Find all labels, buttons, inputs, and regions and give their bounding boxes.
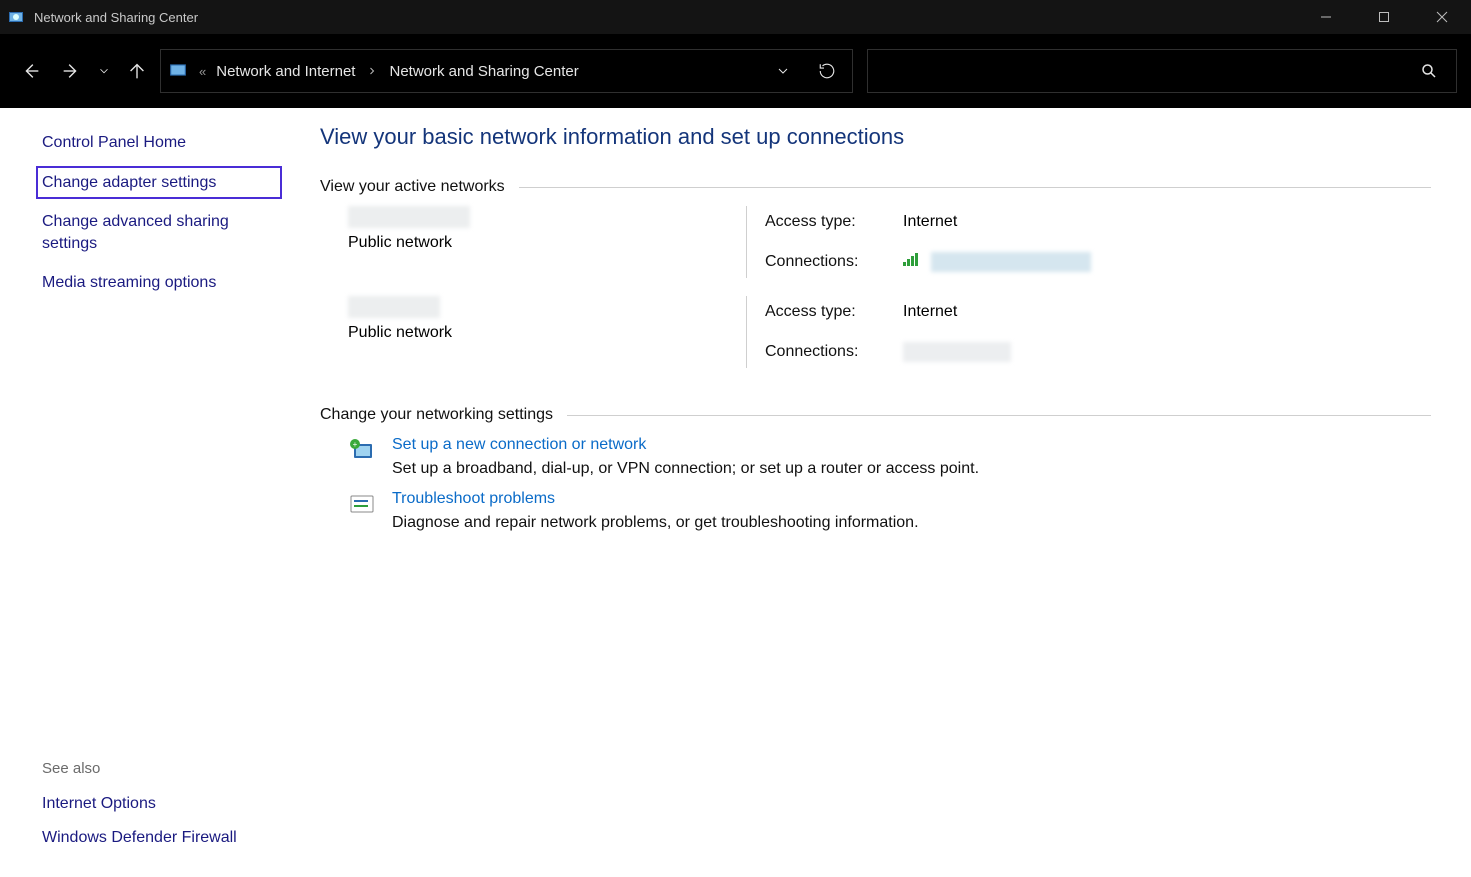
search-bar[interactable] [867,49,1457,93]
breadcrumb-prefix: « [199,64,206,79]
access-type-label: Access type: [765,213,895,231]
sidebar: Control Panel Home Change adapter settin… [0,108,300,877]
maximize-button[interactable] [1355,0,1413,34]
breadcrumb-seg-2[interactable]: Network and Sharing Center [389,63,578,80]
chevron-right-icon[interactable] [365,64,379,78]
active-networks-heading: View your active networks [320,178,1431,196]
connection-name-redacted [931,252,1091,272]
connections-label: Connections: [765,343,895,361]
up-button[interactable] [120,53,154,89]
location-icon [169,61,189,81]
network-type: Public network [348,234,746,252]
access-type-value: Internet [903,303,1011,321]
see-also-section: See also Internet Options Windows Defend… [42,760,282,863]
settings-item-setup-connection: + Set up a new connection or network Set… [348,436,1431,478]
control-panel-icon [8,9,24,25]
network-row: Public network Access type: Internet Con… [348,206,1431,278]
forward-button[interactable] [54,53,88,89]
sidebar-item-change-adapter-settings[interactable]: Change adapter settings [36,166,282,200]
change-settings-label: Change your networking settings [320,406,553,424]
sidebar-item-change-advanced-sharing[interactable]: Change advanced sharing settings [42,211,282,254]
sidebar-item-media-streaming[interactable]: Media streaming options [42,272,282,294]
window-title: Network and Sharing Center [34,10,198,25]
see-also-windows-defender-firewall[interactable]: Windows Defender Firewall [42,829,282,847]
sidebar-item-control-panel-home[interactable]: Control Panel Home [42,132,282,154]
breadcrumb-seg-1[interactable]: Network and Internet [216,63,355,80]
back-button[interactable] [14,53,48,89]
setup-connection-icon: + [348,436,392,478]
setup-connection-desc: Set up a broadband, dial-up, or VPN conn… [392,460,979,478]
address-dropdown-button[interactable] [766,54,800,88]
search-button[interactable] [1412,54,1446,88]
address-bar[interactable]: « Network and Internet Network and Shari… [160,49,853,93]
active-networks-label: View your active networks [320,178,505,196]
network-name-redacted [348,296,440,318]
troubleshoot-link[interactable]: Troubleshoot problems [392,490,555,508]
see-also-heading: See also [42,760,282,777]
wifi-signal-icon [903,252,921,271]
search-input[interactable] [878,63,1412,80]
recent-locations-button[interactable] [94,53,114,89]
minimize-button[interactable] [1297,0,1355,34]
change-settings-heading: Change your networking settings [320,406,1431,424]
network-type: Public network [348,324,746,342]
connection-link[interactable] [903,252,1091,272]
troubleshoot-desc: Diagnose and repair network problems, or… [392,514,919,532]
network-name-redacted [348,206,470,228]
see-also-internet-options[interactable]: Internet Options [42,795,282,813]
connection-name-redacted [903,342,1011,362]
access-type-value: Internet [903,213,1091,231]
page-title: View your basic network information and … [320,124,1431,150]
troubleshoot-icon [348,490,392,532]
refresh-button[interactable] [810,54,844,88]
svg-text:+: + [353,440,358,449]
close-button[interactable] [1413,0,1471,34]
content: Control Panel Home Change adapter settin… [0,108,1471,877]
access-type-label: Access type: [765,303,895,321]
titlebar: Network and Sharing Center [0,0,1471,34]
connection-link[interactable] [903,342,1011,362]
network-row: Public network Access type: Internet Con… [348,296,1431,368]
connections-label: Connections: [765,253,895,271]
setup-connection-link[interactable]: Set up a new connection or network [392,436,646,454]
settings-item-troubleshoot: Troubleshoot problems Diagnose and repai… [348,490,1431,532]
navbar: « Network and Internet Network and Shari… [0,34,1471,108]
main-panel: View your basic network information and … [300,108,1471,877]
